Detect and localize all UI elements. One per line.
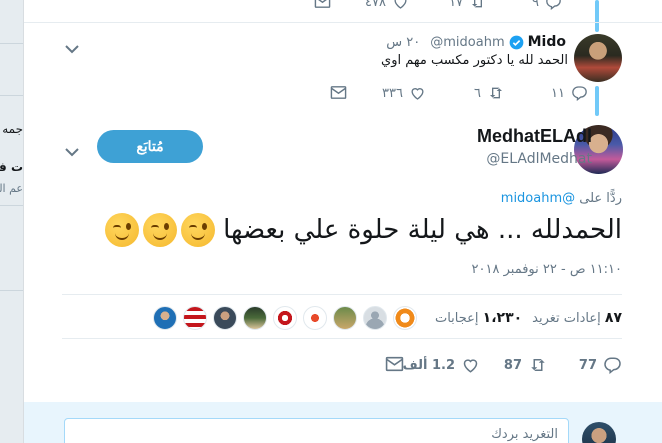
tweet-text: الحمد لله يا دكتور مكسب مهم اوي xyxy=(381,53,568,68)
envelope-icon xyxy=(385,356,404,372)
reply-reply-action[interactable]: ١١ xyxy=(551,85,588,101)
background-divider xyxy=(0,205,23,206)
like-count: ٣٣٦ xyxy=(382,85,403,101)
thread-line xyxy=(595,86,599,116)
retweet-icon xyxy=(469,0,487,10)
winking-face-icon xyxy=(105,213,140,247)
retweet-icon xyxy=(528,356,548,374)
retweet-icon xyxy=(487,85,505,101)
background-text: ت في xyxy=(0,160,23,174)
background-text: عم التنـ xyxy=(0,182,23,195)
reply-icon xyxy=(603,356,622,374)
retweet-count: 87 xyxy=(503,357,522,373)
reply-count: ١١ xyxy=(551,85,565,101)
retweet-count: ١٧ xyxy=(449,0,463,10)
background-divider xyxy=(0,43,23,44)
heart-icon xyxy=(392,0,409,10)
reply-retweet-action[interactable]: ٦ xyxy=(474,85,505,101)
avatar[interactable] xyxy=(332,306,357,330)
replying-to-link[interactable]: @midoahm xyxy=(501,191,575,206)
tweet-detail-modal: ٩ ١٧ ٤٧٨ ٢٠ س @midoahm Mido الحمد لله يا… xyxy=(24,0,662,443)
likes-stat[interactable]: ١،٢٣٠ إعجابات xyxy=(435,310,522,326)
tweet-text-row: الحمدلله ... هي ليلة حلوة علي بعضها xyxy=(105,213,622,247)
retweets-label: إعادات تغريد xyxy=(532,311,601,326)
replying-prefix: ردًّا على xyxy=(579,191,622,206)
background-page: جمه ت في عم التنـ xyxy=(0,0,24,443)
background-divider xyxy=(0,95,23,96)
reply-input[interactable]: التغريد بردك xyxy=(64,418,569,443)
avatar[interactable] xyxy=(302,306,327,330)
avatar[interactable] xyxy=(574,34,622,82)
avatar[interactable] xyxy=(212,306,237,330)
verified-badge-icon xyxy=(509,35,524,50)
following-button[interactable]: مُتابَع xyxy=(97,130,203,163)
user-name[interactable]: MedhatELAdl xyxy=(477,126,592,147)
liker-avatars xyxy=(152,306,417,330)
stats-divider xyxy=(62,294,622,295)
reply-like-action[interactable]: ٣٣٦ xyxy=(382,85,426,101)
retweets-stat[interactable]: ٨٧ إعادات تغريد xyxy=(532,310,622,326)
replying-to: ردًّا على @midoahm xyxy=(501,191,622,206)
reply-name-row: ٢٠ س @midoahm Mido xyxy=(386,34,566,50)
like-count: 1.2 ألف xyxy=(402,357,455,373)
reply-count: ٩ xyxy=(532,0,539,10)
actions-divider xyxy=(62,338,622,339)
background-divider xyxy=(0,290,23,291)
likes-label: إعجابات xyxy=(434,311,479,326)
avatar[interactable] xyxy=(582,422,616,443)
avatar[interactable] xyxy=(362,306,387,330)
user-name[interactable]: Mido xyxy=(528,34,566,50)
chevron-down-icon[interactable] xyxy=(65,39,79,54)
tweet-text: الحمدلله ... هي ليلة حلوة علي بعضها xyxy=(223,215,622,245)
winking-face-icon xyxy=(181,213,216,247)
envelope-icon xyxy=(314,0,331,9)
top-like-action[interactable]: ٤٧٨ xyxy=(365,0,409,10)
reply-dm-action[interactable] xyxy=(330,85,347,100)
retweet-count: ٦ xyxy=(474,85,481,101)
reply-icon xyxy=(545,0,562,10)
likes-number: ١،٢٣٠ xyxy=(482,310,523,326)
envelope-icon xyxy=(330,85,347,100)
tweet-divider xyxy=(24,22,662,23)
avatar[interactable] xyxy=(182,306,207,330)
winking-face-icon xyxy=(143,213,178,247)
top-retweet-action[interactable]: ١٧ xyxy=(449,0,487,10)
top-dm-action[interactable] xyxy=(314,0,331,9)
main-like-action[interactable]: 1.2 ألف xyxy=(403,356,480,374)
avatar[interactable] xyxy=(272,306,297,330)
avatar[interactable] xyxy=(392,306,417,330)
reply-composer: التغريد بردك xyxy=(24,402,662,443)
user-handle[interactable]: @midoahm xyxy=(430,35,504,50)
user-handle[interactable]: @ELAdlMedhat xyxy=(486,151,592,167)
tweet-time[interactable]: ٢٠ س xyxy=(386,35,420,50)
main-reply-action[interactable]: 77 xyxy=(579,356,622,374)
reply-count: 77 xyxy=(578,357,597,373)
heart-icon xyxy=(409,85,426,101)
main-dm-action[interactable] xyxy=(385,356,404,372)
avatar[interactable] xyxy=(242,306,267,330)
retweets-number: ٨٧ xyxy=(604,310,622,326)
background-text: جمه xyxy=(2,122,23,136)
tweet-timestamp[interactable]: ١١:١٠ ص - ٢٢ نوفمبر ٢٠١٨ xyxy=(472,262,622,277)
emoji-group xyxy=(105,213,216,247)
main-retweet-action[interactable]: 87 xyxy=(504,356,548,374)
reply-icon xyxy=(571,85,588,101)
tweet-stats: ٨٧ إعادات تغريد ١،٢٣٠ إعجابات xyxy=(152,306,622,330)
avatar[interactable] xyxy=(152,306,177,330)
chevron-down-icon[interactable] xyxy=(65,142,79,157)
like-count: ٤٧٨ xyxy=(365,0,386,10)
heart-icon xyxy=(461,356,480,374)
thread-line xyxy=(595,0,599,32)
top-reply-action[interactable]: ٩ xyxy=(532,0,562,10)
